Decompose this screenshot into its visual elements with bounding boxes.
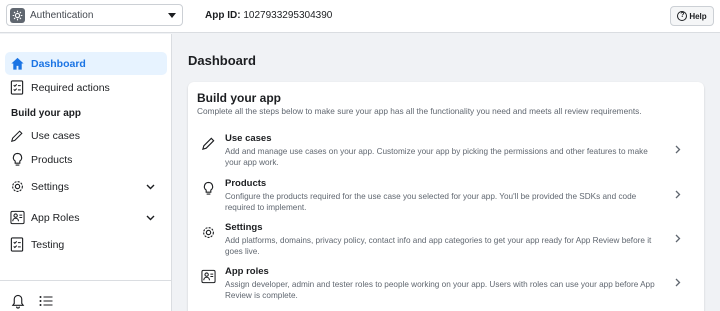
sidebar-item-label: Required actions: [31, 81, 110, 94]
help-label: Help: [689, 11, 707, 21]
app-id: App ID: 1027933295304390: [205, 10, 332, 21]
chevron-down-icon: [143, 211, 157, 225]
sidebar-item-required-actions[interactable]: Required actions: [5, 76, 167, 99]
help-button[interactable]: ? Help: [670, 6, 714, 26]
sidebar-item-dashboard[interactable]: Dashboard: [5, 52, 167, 75]
sidebar-item-use-cases[interactable]: Use cases: [5, 124, 167, 147]
sidebar-item-label: Use cases: [31, 129, 81, 142]
app-id-value: 1027933295304390: [243, 10, 333, 21]
top-bar: Authentication App ID: 1027933295304390 …: [0, 0, 720, 33]
sidebar-item-products[interactable]: Products: [5, 148, 167, 171]
home-icon: [9, 56, 25, 72]
app-name: Authentication: [30, 9, 94, 21]
card-title: Build your app: [197, 91, 281, 105]
gear-icon: [200, 224, 216, 240]
chevron-right-icon: [672, 143, 684, 155]
step-products[interactable]: Products Configure the products required…: [188, 178, 704, 220]
chevron-right-icon: [672, 232, 684, 244]
step-description: Assign developer, admin and tester roles…: [225, 280, 655, 300]
sidebar-item-settings[interactable]: Settings: [5, 175, 167, 198]
lightbulb-icon: [9, 152, 25, 168]
sidebar-item-label: Testing: [31, 238, 65, 251]
gear-icon: [9, 179, 25, 195]
step-description: Add and manage use cases on your app. Cu…: [225, 147, 648, 167]
checklist-icon: [9, 237, 25, 253]
page-title: Dashboard: [188, 53, 256, 68]
checklist-icon: [9, 80, 25, 96]
caret-down-icon: [168, 12, 176, 18]
sidebar-item-label: App Roles: [31, 211, 80, 224]
step-title: Settings: [225, 222, 263, 233]
build-app-card: Build your app Complete all the steps be…: [188, 82, 704, 311]
pencil-icon: [9, 128, 25, 144]
question-icon: ?: [677, 11, 688, 21]
chevron-right-icon: [672, 276, 684, 288]
app-selector-dropdown[interactable]: Authentication: [6, 4, 183, 26]
sidebar-item-label: Products: [31, 153, 73, 166]
app-gear-icon: [10, 7, 25, 23]
pencil-icon: [200, 135, 216, 151]
bell-icon[interactable]: [10, 293, 26, 309]
lightbulb-icon: [200, 180, 216, 196]
step-title: Use cases: [225, 133, 272, 144]
sidebar-item-testing[interactable]: Testing: [5, 233, 167, 256]
sidebar-item-app-roles[interactable]: App Roles: [5, 206, 167, 229]
chevron-right-icon: [672, 188, 684, 200]
sidebar-divider: [0, 280, 171, 281]
sidebar: Dashboard Required actions Build your ap…: [0, 34, 172, 311]
step-settings[interactable]: Settings Add platforms, domains, privacy…: [188, 222, 704, 264]
card-subtitle: Complete all the steps below to make sur…: [197, 106, 642, 116]
people-icon: [9, 210, 25, 226]
list-icon[interactable]: [38, 293, 54, 309]
step-description: Configure the products required for the …: [225, 192, 637, 212]
sidebar-section-title: Build your app: [11, 108, 81, 119]
people-icon: [200, 268, 216, 284]
sidebar-item-label: Dashboard: [31, 57, 86, 70]
sidebar-item-label: Settings: [31, 180, 69, 193]
step-title: App roles: [225, 266, 269, 277]
chevron-down-icon: [143, 180, 157, 194]
step-description: Add platforms, domains, privacy policy, …: [225, 236, 652, 256]
step-title: Products: [225, 178, 267, 189]
step-app-roles[interactable]: App roles Assign developer, admin and te…: [188, 266, 704, 308]
app-id-label: App ID:: [205, 10, 241, 21]
step-use-cases[interactable]: Use cases Add and manage use cases on yo…: [188, 133, 704, 175]
